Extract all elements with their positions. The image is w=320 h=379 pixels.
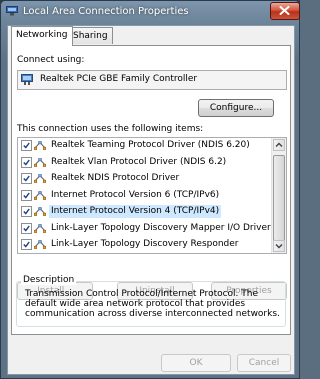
checkmark-icon: [23, 241, 30, 248]
dialog-window: Local Area Connection Properties Network…: [0, 0, 300, 379]
chevron-up-icon: [275, 142, 283, 147]
item-checkbox[interactable]: [21, 173, 32, 184]
item-checkbox[interactable]: [21, 156, 32, 168]
protocol-icon: [34, 157, 46, 167]
protocol-icon: [34, 174, 46, 183]
scrollbar-thumb[interactable]: [273, 155, 285, 241]
checkmark-icon: [23, 142, 30, 149]
checkmark-icon: [23, 208, 30, 215]
protocol-icon: [34, 207, 46, 216]
close-button[interactable]: [270, 2, 300, 20]
dialog-client-area: Networking Sharing Connect using: Realte…: [7, 25, 295, 375]
item-checkbox[interactable]: [21, 222, 32, 234]
description-group: Description Transmission Control Protoco…: [16, 275, 286, 327]
list-item-label: Realtek NDIS Protocol Driver: [51, 173, 180, 183]
vertical-scrollbar[interactable]: [271, 138, 286, 253]
list-item[interactable]: Internet Protocol Version 6 (TCP/IPv6): [18, 189, 272, 202]
adapter-field: Realtek PCIe GBE Family Controller: [17, 70, 287, 90]
description-text: Transmission Control Protocol/Internet P…: [25, 289, 280, 319]
checkmark-icon: [23, 225, 30, 232]
tab-networking[interactable]: Networking: [11, 26, 73, 46]
list-item-label: Realtek Teaming Protocol Driver (NDIS 6.…: [51, 140, 250, 150]
cancel-button[interactable]: Cancel: [237, 354, 291, 372]
list-item-label: Link-Layer Topology Discovery Mapper I/O…: [51, 222, 271, 233]
description-legend: Description: [21, 275, 77, 285]
item-checkbox[interactable]: [21, 239, 32, 250]
title-bar[interactable]: Local Area Connection Properties: [1, 1, 300, 23]
list-item[interactable]: Internet Protocol Version 4 (TCP/IPv4): [18, 205, 272, 218]
connect-using-label: Connect using:: [17, 55, 85, 65]
items-list[interactable]: Realtek Teaming Protocol Driver (NDIS 6.…: [17, 137, 287, 254]
items-list-label: This connection uses the following items…: [17, 124, 204, 134]
network-adapter-icon: [21, 74, 33, 85]
item-checkbox[interactable]: [21, 206, 32, 217]
tab-sharing[interactable]: Sharing: [68, 27, 113, 44]
list-item[interactable]: Realtek Vlan Protocol Driver (NDIS 6.2): [18, 156, 272, 169]
list-item-label: Internet Protocol Version 6 (TCP/IPv6): [51, 189, 220, 200]
list-item[interactable]: Link-Layer Topology Discovery Mapper I/O…: [18, 222, 272, 235]
list-item-label: Internet Protocol Version 4 (TCP/IPv4): [49, 205, 222, 218]
scroll-down-button[interactable]: [273, 240, 285, 252]
checkmark-icon: [23, 159, 30, 166]
checkmark-icon: [23, 175, 30, 182]
list-item-label: Realtek Vlan Protocol Driver (NDIS 6.2): [51, 156, 227, 167]
item-checkbox[interactable]: [21, 189, 32, 201]
scroll-up-button[interactable]: [273, 139, 285, 151]
protocol-icon: [34, 240, 46, 249]
protocol-icon: [34, 223, 46, 233]
list-item[interactable]: Link-Layer Topology Discovery Responder: [18, 238, 272, 251]
chevron-down-icon: [275, 244, 283, 249]
list-item[interactable]: Realtek Teaming Protocol Driver (NDIS 6.…: [18, 139, 272, 152]
protocol-icon: [34, 141, 46, 150]
list-item-label: Link-Layer Topology Discovery Responder: [51, 239, 239, 249]
window-title: Local Area Connection Properties: [23, 6, 189, 17]
configure-button[interactable]: Configure...: [198, 99, 274, 117]
checkmark-icon: [23, 192, 30, 199]
list-item[interactable]: Realtek NDIS Protocol Driver: [18, 172, 272, 185]
network-adapter-icon: [6, 6, 18, 16]
adapter-name: Realtek PCIe GBE Family Controller: [40, 74, 198, 84]
item-checkbox[interactable]: [21, 140, 32, 151]
close-icon: [279, 6, 290, 15]
protocol-icon: [34, 190, 46, 200]
ok-button[interactable]: OK: [161, 354, 231, 372]
